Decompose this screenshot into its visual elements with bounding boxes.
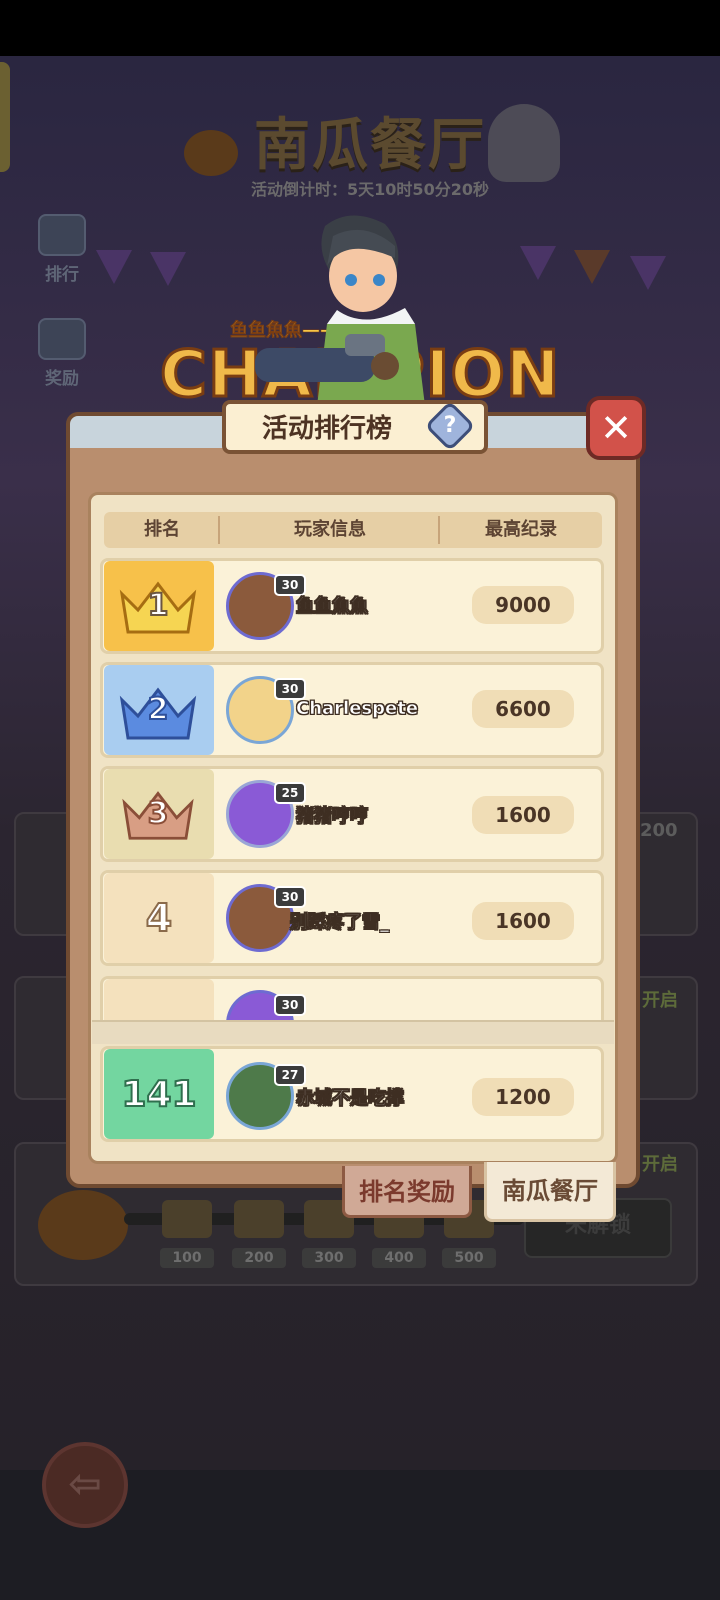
my-rank-number: 141 xyxy=(120,1073,197,1116)
close-icon[interactable]: ✕ xyxy=(586,398,646,458)
tab-pumpkin-restaurant[interactable]: 南瓜餐厅 xyxy=(484,1162,616,1222)
reward-card-1-count: 200 xyxy=(640,820,678,841)
player-level-badge: 30 xyxy=(274,994,306,1016)
champion-character-image xyxy=(255,215,425,406)
status-bar xyxy=(0,0,720,56)
tab-rank-reward[interactable]: 排名奖励 xyxy=(342,1166,472,1218)
pumpkin-dish-icon xyxy=(38,1190,128,1260)
podium-icon xyxy=(38,214,86,256)
leaderboard-title: 活动排行榜 xyxy=(261,414,392,444)
milestone-label: 200 xyxy=(232,1248,286,1268)
reward-card-2-status: 开启 xyxy=(642,990,678,1011)
milestone-chest-icon xyxy=(162,1200,212,1238)
reward-card-3-status: 开启 xyxy=(642,1154,678,1175)
rank-number: 4 xyxy=(145,895,173,941)
back-button[interactable]: ⇦ xyxy=(42,1442,128,1528)
rank-number: 3 xyxy=(147,795,170,832)
side-panel-edge xyxy=(0,62,10,172)
rank-badge-plain xyxy=(104,979,214,1023)
list-fade xyxy=(92,1020,614,1044)
player-score: 6600 xyxy=(472,690,574,728)
column-player-info: 玩家信息 xyxy=(294,519,366,540)
my-rank-divider xyxy=(92,1020,614,1022)
rank-number: 1 xyxy=(147,587,170,624)
milestone-label: 300 xyxy=(302,1248,356,1268)
milestone-label: 400 xyxy=(372,1248,426,1268)
player-level-badge: 30 xyxy=(274,678,306,700)
milestone-chest-icon xyxy=(234,1200,284,1238)
player-score: 1600 xyxy=(472,796,574,834)
player-name: 别踩疼了雪_ xyxy=(290,912,390,934)
my-level-badge: 27 xyxy=(274,1064,306,1086)
treasure-chest-icon xyxy=(38,318,86,360)
player-score: 9000 xyxy=(472,586,574,624)
column-rank: 排名 xyxy=(144,519,180,540)
milestone-label: 100 xyxy=(160,1248,214,1268)
side-reward-label: 奖励 xyxy=(45,369,79,389)
player-level-badge: 30 xyxy=(274,886,306,908)
player-level-badge: 25 xyxy=(274,782,306,804)
milestone-label: 500 xyxy=(442,1248,496,1268)
player-name: 猪猪哼哼 xyxy=(296,806,369,828)
my-name: 赤城不是吃撑 xyxy=(296,1088,405,1110)
my-score: 1200 xyxy=(472,1078,574,1116)
event-countdown: 活动倒计时：5天10时50分20秒 xyxy=(251,180,489,199)
rank-number: 2 xyxy=(147,691,170,728)
column-best-record: 最高纪录 xyxy=(485,519,557,540)
back-arrow-icon: ⇦ xyxy=(68,1461,102,1507)
player-name: Charlespete xyxy=(296,698,419,720)
player-score: 1600 xyxy=(472,902,574,940)
player-name: 鱼鱼魚魚 xyxy=(296,596,369,618)
side-rank-label: 排行 xyxy=(45,265,79,285)
side-rank-button[interactable]: 排行 xyxy=(32,214,92,285)
help-glyph[interactable]: ? xyxy=(432,408,468,444)
event-title: 南瓜餐厅 xyxy=(254,113,486,178)
side-reward-button[interactable]: 奖励 xyxy=(32,318,92,389)
